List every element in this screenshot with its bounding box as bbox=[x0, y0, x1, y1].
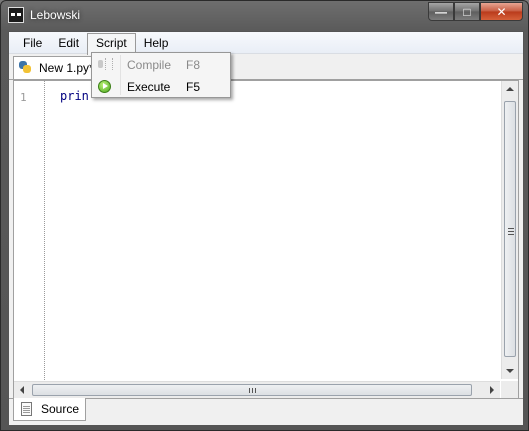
tab-source[interactable]: Source bbox=[13, 398, 86, 421]
compile-icon bbox=[98, 58, 113, 72]
menu-item-execute[interactable]: Execute F5 bbox=[92, 76, 230, 98]
menu-file[interactable]: File bbox=[15, 33, 50, 53]
client-area: File Edit Script Help New 1.py* 1 prin S… bbox=[8, 31, 524, 426]
tab-label: New 1.py* bbox=[39, 61, 94, 75]
line-number-gutter: 1 bbox=[14, 81, 45, 398]
minimize-icon: — bbox=[435, 4, 447, 19]
title-bar[interactable]: Lebowski — □ ✕ bbox=[1, 1, 528, 29]
maximize-icon: □ bbox=[463, 4, 471, 19]
maximize-button[interactable]: □ bbox=[454, 2, 480, 21]
python-file-icon bbox=[19, 61, 31, 73]
lebowski-app-icon[interactable] bbox=[8, 7, 24, 23]
document-icon bbox=[21, 402, 32, 416]
compile-shortcut: F8 bbox=[186, 58, 201, 72]
code-editor[interactable]: 1 prin bbox=[13, 80, 519, 399]
scroll-right-arrow-icon[interactable] bbox=[490, 386, 494, 394]
horizontal-scroll-thumb[interactable] bbox=[32, 384, 472, 396]
compile-label: Compile bbox=[127, 58, 172, 72]
document-tab-bar: New 1.py* bbox=[9, 55, 523, 80]
menu-edit[interactable]: Edit bbox=[50, 33, 87, 53]
horizontal-scrollbar[interactable] bbox=[14, 381, 500, 398]
window-title: Lebowski bbox=[30, 8, 81, 22]
grip-icon bbox=[508, 228, 514, 235]
execute-label: Execute bbox=[127, 80, 171, 94]
code-line-1[interactable]: prin bbox=[60, 89, 89, 103]
minimize-button[interactable]: — bbox=[428, 2, 454, 21]
scroll-up-arrow-icon[interactable] bbox=[506, 87, 514, 91]
execute-icon bbox=[98, 80, 111, 93]
caption-buttons: — □ ✕ bbox=[428, 2, 523, 21]
menu-help[interactable]: Help bbox=[136, 33, 177, 53]
menu-item-compile[interactable]: Compile F8 bbox=[92, 54, 230, 76]
vertical-scroll-thumb[interactable] bbox=[504, 101, 516, 357]
grip-icon bbox=[249, 388, 256, 393]
close-button[interactable]: ✕ bbox=[480, 2, 523, 21]
scrollbar-corner bbox=[501, 381, 518, 398]
execute-shortcut: F5 bbox=[186, 80, 201, 94]
vertical-scrollbar[interactable] bbox=[501, 81, 518, 379]
scroll-down-arrow-icon[interactable] bbox=[506, 369, 514, 373]
source-tab-label: Source bbox=[41, 402, 80, 416]
menu-bar: File Edit Script Help bbox=[9, 32, 523, 55]
close-icon: ✕ bbox=[496, 4, 507, 19]
line-number: 1 bbox=[20, 91, 27, 104]
scroll-left-arrow-icon[interactable] bbox=[20, 386, 24, 394]
bottom-tab-bar: Source bbox=[9, 398, 523, 425]
script-menu-dropdown: Compile F8 Execute F5 bbox=[91, 52, 231, 98]
app-window: Lebowski — □ ✕ File Edit Script Help New… bbox=[0, 0, 529, 431]
